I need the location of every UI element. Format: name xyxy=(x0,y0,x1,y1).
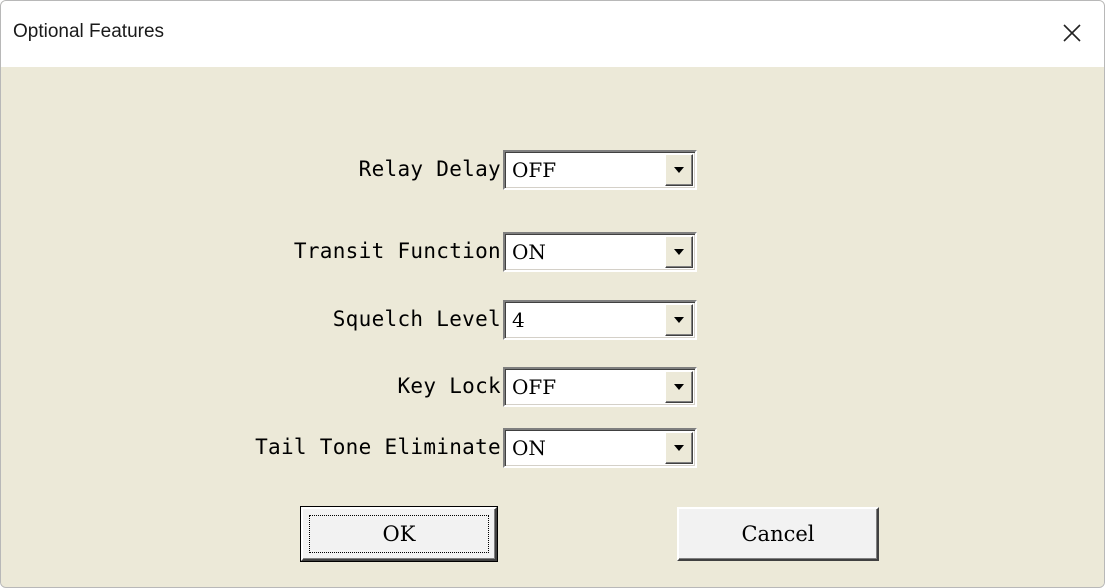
title-bar: Optional Features xyxy=(1,1,1104,67)
relay-delay-dropdown-button[interactable] xyxy=(665,154,693,186)
key-lock-dropdown[interactable]: OFF xyxy=(503,367,697,407)
tail-tone-eliminate-dropdown[interactable]: ON xyxy=(503,428,697,468)
squelch-level-dropdown[interactable]: 4 xyxy=(503,300,697,340)
window-title: Optional Features xyxy=(13,21,165,42)
tail-tone-eliminate-label: Tail Tone Eliminate xyxy=(255,435,501,459)
chevron-down-icon xyxy=(674,249,684,255)
squelch-level-dropdown-button[interactable] xyxy=(665,304,693,336)
close-button[interactable] xyxy=(1042,1,1104,67)
chevron-down-icon xyxy=(674,384,684,390)
key-lock-value: OFF xyxy=(512,375,557,399)
cancel-button-label: Cancel xyxy=(741,522,815,546)
cancel-button[interactable]: Cancel xyxy=(677,507,879,561)
key-lock-label: Key Lock xyxy=(397,374,501,398)
relay-delay-value: OFF xyxy=(512,158,557,182)
ok-button-label: OK xyxy=(382,522,416,546)
relay-delay-dropdown[interactable]: OFF xyxy=(503,150,697,190)
squelch-level-label: Squelch Level xyxy=(332,307,501,331)
close-icon xyxy=(1063,24,1081,42)
chevron-down-icon xyxy=(674,445,684,451)
chevron-down-icon xyxy=(674,167,684,173)
optional-features-dialog: Optional Features Relay Delay OFF Transi… xyxy=(0,0,1105,588)
key-lock-dropdown-button[interactable] xyxy=(665,371,693,403)
tail-tone-eliminate-dropdown-button[interactable] xyxy=(665,432,693,464)
ok-button[interactable]: OK xyxy=(300,506,498,562)
relay-delay-label: Relay Delay xyxy=(358,157,501,181)
transit-function-dropdown[interactable]: ON xyxy=(503,232,697,272)
transit-function-dropdown-button[interactable] xyxy=(665,236,693,268)
squelch-level-value: 4 xyxy=(512,308,525,332)
transit-function-label: Transit Function xyxy=(293,239,501,263)
dialog-body: Relay Delay OFF Transit Function ON Sque… xyxy=(1,67,1104,587)
tail-tone-eliminate-value: ON xyxy=(512,436,546,460)
chevron-down-icon xyxy=(674,317,684,323)
transit-function-value: ON xyxy=(512,240,546,264)
